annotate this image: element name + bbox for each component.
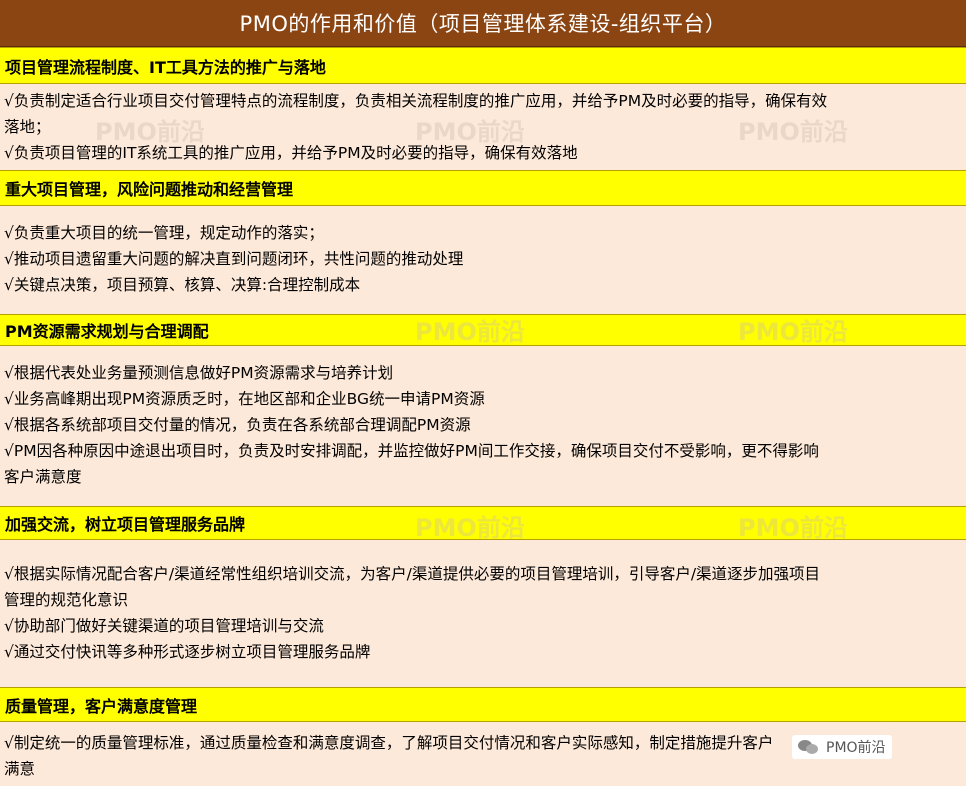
section-body-communication: √根据实际情况配合客户/渠道经常性组织培训交流，为客户/渠道提供必要的项目管理培… (0, 540, 966, 687)
body-line: 满意 (4, 760, 36, 778)
wechat-icon (798, 738, 820, 756)
pmo-value-table: PMO的作用和价值（项目管理体系建设-组织平台） 项目管理流程制度、IT工具方法… (0, 0, 966, 786)
body-line: √PM因各种原因中途退出项目时，负责及时安排调配，并监控做好PM间工作交接，确保… (4, 442, 819, 460)
body-line: √推动项目遗留重大问题的解决直到问题闭环，共性问题的推动处理 (4, 250, 464, 268)
body-line: √负责制定适合行业项目交付管理特点的流程制度，负责相关流程制度的推广应用，并给予… (4, 92, 828, 110)
body-line: √协助部门做好关键渠道的项目管理培训与交流 (4, 617, 324, 635)
page-title: PMO的作用和价值（项目管理体系建设-组织平台） (0, 0, 966, 47)
section-heading-pm-resources: PM资源需求规划与合理调配 (0, 314, 966, 346)
section-heading-process: 项目管理流程制度、IT工具方法的推广与落地 (0, 47, 966, 84)
body-line: √根据实际情况配合客户/渠道经常性组织培训交流，为客户/渠道提供必要的项目管理培… (4, 565, 821, 583)
section-body-pm-resources: √根据代表处业务量预测信息做好PM资源需求与培养计划 √业务高峰期出现PM资源质… (0, 346, 966, 506)
section-body-process: √负责制定适合行业项目交付管理特点的流程制度，负责相关流程制度的推广应用，并给予… (0, 84, 966, 170)
body-line: 管理的规范化意识 (4, 591, 129, 609)
wechat-badge: PMO前沿 (792, 735, 892, 759)
section-heading-communication: 加强交流，树立项目管理服务品牌 (0, 506, 966, 540)
body-line: √根据代表处业务量预测信息做好PM资源需求与培养计划 (4, 364, 394, 382)
body-line: 落地； (4, 118, 51, 136)
body-line: √通过交付快讯等多种形式逐步树立项目管理服务品牌 (4, 643, 371, 661)
body-line: √关键点决策，项目预算、核算、决算:合理控制成本 (4, 276, 361, 294)
wechat-badge-text: PMO前沿 (826, 740, 886, 756)
section-heading-quality: 质量管理，客户满意度管理 (0, 687, 966, 722)
body-line: √负责重大项目的统一管理，规定动作的落实； (4, 224, 324, 242)
body-line: √负责项目管理的IT系统工具的推广应用，并给予PM及时必要的指导，确保有效落地 (4, 144, 578, 162)
body-line: 客户满意度 (4, 468, 82, 486)
section-body-major-projects: √负责重大项目的统一管理，规定动作的落实； √推动项目遗留重大问题的解决直到问题… (0, 206, 966, 314)
body-line: √业务高峰期出现PM资源质乏时，在地区部和企业BG统一申请PM资源 (4, 390, 485, 408)
body-line: √根据各系统部项目交付量的情况，负责在各系统部合理调配PM资源 (4, 416, 471, 434)
section-heading-major-projects: 重大项目管理，风险问题推动和经营管理 (0, 170, 966, 206)
